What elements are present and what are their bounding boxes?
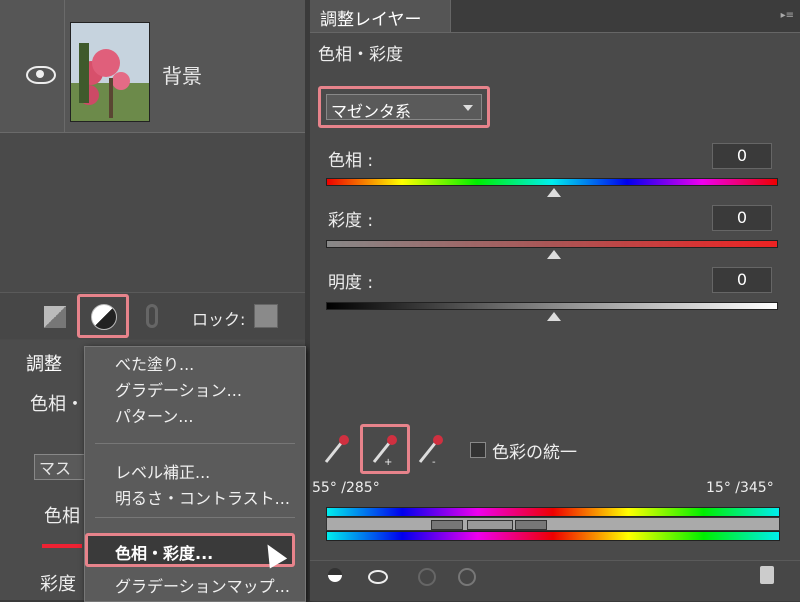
range-left-degrees: 55° /285° [312, 480, 380, 496]
saturation-label: 彩度 : [328, 211, 374, 231]
menu-separator [95, 443, 295, 444]
lightness-slider-thumb[interactable] [547, 312, 561, 321]
eyedropper-icon[interactable] [322, 432, 350, 466]
adjustment-menu: べた塗り... グラデーション... パターン... レベル補正... 明るさ・… [84, 346, 306, 602]
panel-tabbar: 調整レイヤー ▸≡ [310, 0, 800, 33]
menu-item-brightness-contrast[interactable]: 明るさ・コントラスト... [115, 485, 290, 509]
edit-range-dropdown[interactable]: マゼンタ系 [326, 94, 482, 121]
sat-label-behind: 彩度 [40, 574, 76, 595]
range-handle-right[interactable] [515, 520, 547, 530]
hue-label: 色相 : [328, 151, 374, 171]
visibility-cell[interactable] [0, 0, 65, 132]
tab-adjustment-layer[interactable]: 調整レイヤー [310, 0, 451, 32]
eyedropper-subtract-icon[interactable]: - [416, 432, 444, 466]
view-previous-icon[interactable] [418, 568, 436, 586]
lock-transparency-icon[interactable] [254, 304, 278, 328]
menu-item-levels[interactable]: レベル補正... [115, 459, 210, 483]
reset-icon[interactable] [458, 568, 476, 586]
adjust-tab-label[interactable]: 調整 [26, 350, 62, 376]
hue-spectrum-bottom [326, 531, 780, 541]
lock-label: ロック: [192, 310, 246, 329]
svg-text:-: - [432, 457, 436, 466]
adjust-sub-label: 色相・ [30, 394, 84, 415]
adjustment-layer-panel: 調整レイヤー ▸≡ 色相・彩度 マゼンタ系 色相 : 0 彩度 : 0 明度 :… [310, 0, 800, 601]
range-handle-left[interactable] [431, 520, 463, 530]
link-icon[interactable] [146, 304, 158, 328]
dropdown-value: マゼンタ系 [331, 102, 412, 121]
eyedropper-add-icon[interactable]: + [370, 432, 398, 466]
hue-spectrum-top [326, 507, 780, 517]
lightness-label: 明度 : [328, 273, 374, 293]
panel-subtitle: 色相・彩度 [318, 45, 403, 65]
panel-menu-icon[interactable]: ▸≡ [781, 10, 794, 21]
adjustment-layer-icon[interactable] [91, 304, 117, 330]
colorize-checkbox[interactable] [470, 442, 486, 458]
saturation-slider-thumb[interactable] [547, 250, 561, 259]
hue-label-behind: 色相 [44, 506, 80, 527]
lightness-input[interactable]: 0 [712, 267, 772, 293]
hue-slider-thumb[interactable] [547, 188, 561, 197]
range-right-degrees: 15° /345° [706, 480, 774, 496]
menu-item-gradient[interactable]: グラデーション... [115, 377, 242, 401]
saturation-slider-track[interactable] [326, 240, 778, 248]
layer-thumbnail [70, 22, 150, 122]
tab-label: 調整レイヤー [320, 10, 422, 30]
colorize-label: 色彩の統一 [492, 443, 577, 463]
menu-separator [95, 517, 295, 518]
svg-text:+: + [384, 457, 392, 466]
lightness-slider-track[interactable] [326, 302, 778, 310]
saturation-input[interactable]: 0 [712, 205, 772, 231]
eye-icon[interactable] [26, 66, 56, 84]
new-fill-icon[interactable] [44, 306, 66, 328]
range-center[interactable] [467, 520, 513, 530]
trash-icon[interactable] [760, 566, 774, 584]
hue-range-bar[interactable] [326, 517, 780, 531]
layer-row-background[interactable]: 背景 [0, 0, 305, 133]
menu-item-solid-color[interactable]: べた塗り... [115, 351, 194, 375]
chevron-down-icon [463, 105, 473, 111]
layer-name: 背景 [162, 64, 202, 88]
hue-input[interactable]: 0 [712, 143, 772, 169]
menu-item-pattern[interactable]: パターン... [115, 403, 193, 427]
eye-icon[interactable] [368, 570, 388, 584]
hue-bar-behind [42, 544, 82, 548]
clip-layer-icon[interactable] [328, 568, 342, 582]
menu-item-hue-saturation[interactable]: 色相・彩度... [115, 540, 213, 564]
hue-slider-track[interactable] [326, 178, 778, 186]
menu-item-gradient-map[interactable]: グラデーションマップ... [115, 573, 290, 597]
